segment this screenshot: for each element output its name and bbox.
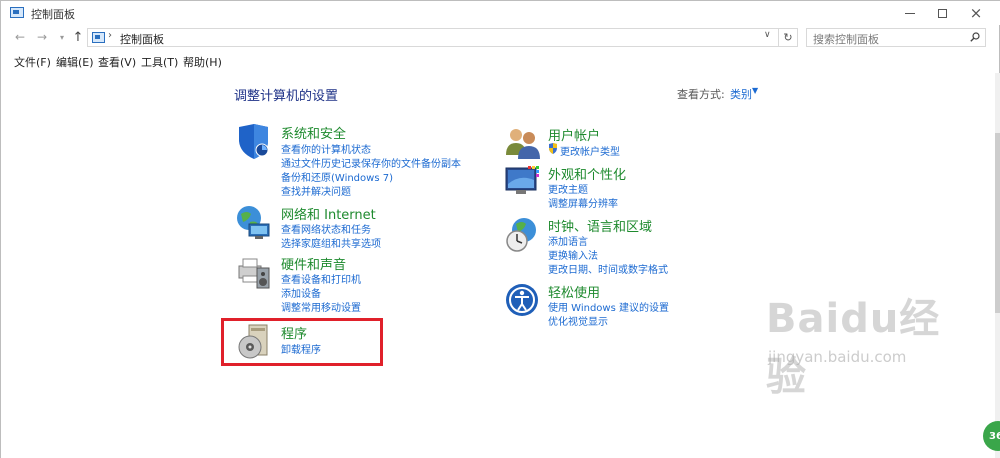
link-mobility-settings[interactable]: 调整常用移动设置 xyxy=(281,299,361,314)
view-by-caret-icon[interactable]: ▼ xyxy=(752,86,758,95)
watermark-logo-text: Baidu经验 xyxy=(766,296,941,400)
search-icon[interactable] xyxy=(970,32,980,42)
menu-file[interactable]: 文件(F) xyxy=(14,54,51,70)
up-button[interactable]: ↑ xyxy=(69,28,87,46)
menu-edit[interactable]: 编辑(E) xyxy=(56,54,94,70)
vertical-scrollbar[interactable] xyxy=(995,73,1000,458)
link-change-date-time-format[interactable]: 更改日期、时间或数字格式 xyxy=(548,261,668,276)
link-backup-restore[interactable]: 备份和还原(Windows 7) xyxy=(281,169,393,184)
menu-view[interactable]: 查看(V) xyxy=(98,54,136,70)
maximize-button[interactable] xyxy=(925,1,959,25)
users-icon[interactable] xyxy=(504,125,542,163)
scrollbar-thumb[interactable] xyxy=(995,133,1000,313)
printer-speaker-icon[interactable] xyxy=(235,254,273,292)
link-file-history-backup[interactable]: 通过文件历史记录保存你的文件备份副本 xyxy=(281,155,461,170)
category-hardware-sound: 硬件和声音 查看设备和打印机 添加设备 调整常用移动设置 xyxy=(235,254,475,314)
network-globe-icon[interactable] xyxy=(235,204,273,242)
category-network-internet: 网络和 Internet 查看网络状态和任务 选择家庭组和共享选项 xyxy=(235,204,475,250)
category-title-user-accounts[interactable]: 用户帐户 xyxy=(548,125,600,144)
uac-shield-icon xyxy=(549,143,557,154)
close-button[interactable]: × xyxy=(959,1,993,25)
search-placeholder: 搜索控制面板 xyxy=(813,33,879,46)
clock-globe-icon[interactable] xyxy=(504,216,542,254)
menu-tools[interactable]: 工具(T) xyxy=(141,54,178,70)
forward-button[interactable]: → xyxy=(33,28,51,46)
link-change-account-type[interactable]: 更改帐户类型 xyxy=(560,143,620,158)
category-user-accounts: 用户帐户 更改帐户类型 xyxy=(504,125,744,159)
shield-icon[interactable] xyxy=(235,123,273,161)
link-add-language[interactable]: 添加语言 xyxy=(548,233,588,248)
category-system-security: 系统和安全 查看你的计算机状态 通过文件历史记录保存你的文件备份副本 备份和还原… xyxy=(235,123,475,199)
control-panel-icon xyxy=(92,32,105,43)
category-clock-language-region: 时钟、语言和区域 添加语言 更换输入法 更改日期、时间或数字格式 xyxy=(504,216,744,276)
baidu-watermark: Baidu经验 jingyan.baidu.com xyxy=(766,286,976,400)
link-change-input-method[interactable]: 更换输入法 xyxy=(548,247,598,262)
address-bar[interactable]: › 控制面板 ∨ xyxy=(87,28,779,47)
link-network-status[interactable]: 查看网络状态和任务 xyxy=(281,221,371,236)
link-homegroup-sharing[interactable]: 选择家庭组和共享选项 xyxy=(281,235,381,250)
minimize-button[interactable] xyxy=(893,1,927,25)
category-title-system-security[interactable]: 系统和安全 xyxy=(281,123,346,142)
category-appearance-personalization: 外观和个性化 更改主题 调整屏幕分辨率 xyxy=(504,164,744,210)
navigation-bar: ← → ▾ ↑ › 控制面板 ∨ ↻ 搜索控制面板 xyxy=(1,25,1000,49)
close-icon: × xyxy=(969,3,983,22)
category-ease-of-access: 轻松使用 使用 Windows 建议的设置 优化视觉显示 xyxy=(504,282,744,328)
address-dropdown-icon[interactable]: ∨ xyxy=(764,30,771,40)
link-add-device[interactable]: 添加设备 xyxy=(281,285,321,300)
breadcrumb-control-panel[interactable]: 控制面板 xyxy=(120,31,164,47)
control-panel-window: 控制面板 × ← → ▾ ↑ › 控制面板 ∨ ↻ 搜索控制面板 文件(F) 编… xyxy=(0,0,1000,458)
link-windows-recommended-settings[interactable]: 使用 Windows 建议的设置 xyxy=(548,299,669,314)
link-devices-printers[interactable]: 查看设备和打印机 xyxy=(281,271,361,286)
breadcrumb-separator-icon[interactable]: › xyxy=(108,30,112,41)
watermark-url: jingyan.baidu.com xyxy=(768,348,907,366)
monitor-palette-icon[interactable] xyxy=(504,164,542,202)
view-by-dropdown[interactable]: 类别 xyxy=(730,86,752,102)
page-title: 调整计算机的设置 xyxy=(234,89,339,104)
menu-help[interactable]: 帮助(H) xyxy=(183,54,222,70)
ease-of-access-icon[interactable] xyxy=(504,282,542,320)
link-screen-resolution[interactable]: 调整屏幕分辨率 xyxy=(548,195,618,210)
menu-bar: 文件(F) 编辑(E) 查看(V) 工具(T) 帮助(H) xyxy=(1,51,1000,71)
refresh-button[interactable]: ↻ xyxy=(779,28,798,47)
title-bar: 控制面板 × xyxy=(1,1,1000,25)
link-troubleshoot[interactable]: 查找并解决问题 xyxy=(281,183,351,198)
link-optimize-visual-display[interactable]: 优化视觉显示 xyxy=(548,313,608,328)
link-change-theme[interactable]: 更改主题 xyxy=(548,181,588,196)
search-input[interactable]: 搜索控制面板 xyxy=(806,28,986,47)
link-view-computer-status[interactable]: 查看你的计算机状态 xyxy=(281,141,371,156)
minimize-icon xyxy=(905,12,915,14)
back-button[interactable]: ← xyxy=(11,28,29,46)
view-by-label: 查看方式: xyxy=(677,88,725,101)
maximize-icon xyxy=(937,8,947,18)
programs-highlight-box xyxy=(221,318,383,366)
window-title: 控制面板 xyxy=(31,8,75,21)
control-panel-icon xyxy=(10,7,24,18)
